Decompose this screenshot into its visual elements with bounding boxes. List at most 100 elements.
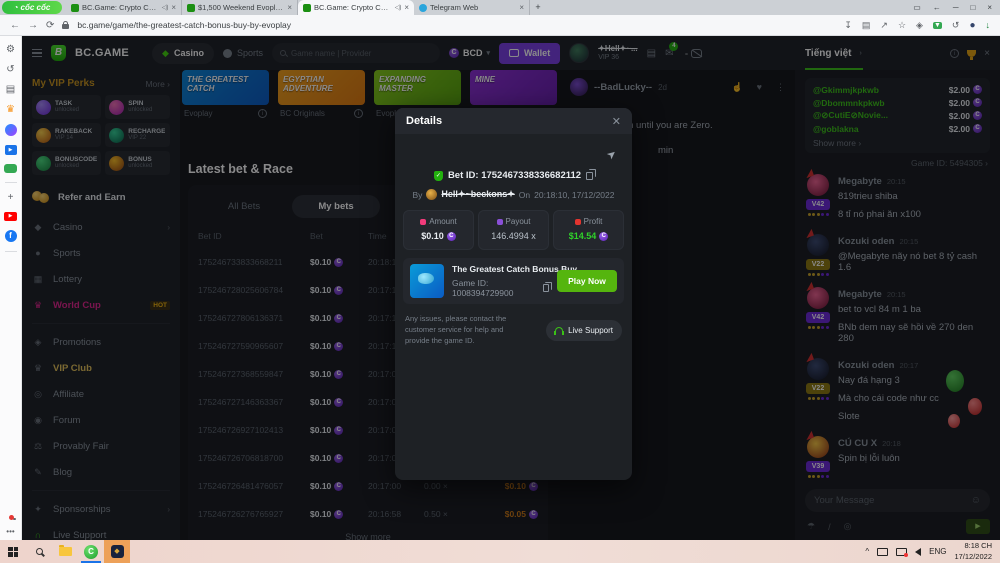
stat-payout: Payout146.4994 x [478,210,549,250]
messenger-icon[interactable] [5,124,17,136]
translate-icon[interactable]: ▤ [862,20,871,31]
bcd-coin-icon [599,232,608,241]
bookmark-star-icon[interactable]: ☆ [898,20,906,31]
copy-icon[interactable] [586,172,593,180]
support-row: Any issues, please contact the customer … [405,314,622,347]
bcd-coin-icon [447,232,456,241]
player-avatar [426,189,437,200]
close-tab-icon[interactable]: × [519,3,524,12]
save-page-icon[interactable]: ↧ [844,20,852,31]
forward-icon[interactable]: → [28,20,38,31]
bet-id-line: Bet ID: 1752467338336682112 [395,170,632,181]
game-thumbnail[interactable] [410,264,444,298]
screenrec-icon[interactable] [896,548,907,556]
bcgame-favicon [187,4,195,12]
share-icon[interactable]: ↗ [880,20,888,31]
crown-rewards-icon[interactable]: ♛ [6,104,15,115]
window-close-button[interactable]: × [987,3,992,12]
support-note: Any issues, please contact the customer … [405,314,529,347]
window-minimize-button[interactable]: ─ [953,3,959,12]
coccoc-sidebar: ⚙ ↺ ▤ ♛ ▶ + ▶ f ••• [0,36,22,540]
file-explorer-icon[interactable] [52,540,78,563]
taskbar-search-icon[interactable] [26,540,52,563]
game-title: The Greatest Catch Bonus Buy [452,264,549,274]
youtube-icon[interactable]: ▶ [4,212,17,221]
browser-tab-4[interactable]: Telegram Web× [414,0,530,15]
extension-icon[interactable]: ▼ [933,22,942,29]
game-card: The Greatest Catch Bonus Buy Game ID: 10… [403,258,624,304]
more-options-icon[interactable]: ••• [6,527,14,536]
reading-list-icon[interactable]: ▤ [6,84,15,95]
tab-search-icon[interactable]: ▭ [913,3,921,12]
close-tab-icon[interactable]: × [404,3,409,12]
games-gamepad-icon[interactable] [4,164,17,173]
back-icon[interactable]: ← [10,20,20,31]
settings-gear-icon[interactable]: ⚙ [6,44,15,55]
audio-icon: ◁) [395,4,402,11]
coccoc-logo-icon: ◔ [14,3,19,12]
stat-profit: Profit$14.54 [553,210,624,250]
keyboard-language[interactable]: ENG [929,547,946,556]
profile-avatar-icon[interactable]: ● [969,20,975,31]
payout-icon [497,219,503,225]
recording-dot [904,553,908,557]
start-button[interactable] [0,540,26,563]
live-support-button[interactable]: Live Support [546,320,622,341]
close-tab-icon[interactable]: × [287,3,292,12]
coccoc-taskbar-icon[interactable]: C [78,540,104,563]
amount-icon [420,219,426,225]
verified-shield-icon [434,171,443,181]
bet-datetime: 20:18:10, 17/12/2022 [534,190,614,200]
divider [5,251,17,252]
bcgame-page: B BC.GAME ◆Casino Sports BCD▾ Wallet ✦He… [22,36,1000,540]
taskbar-clock[interactable]: 8:18 CH 17/12/2022 [954,541,992,561]
display-icon[interactable] [877,548,888,556]
add-shortcut-icon[interactable]: + [8,192,14,203]
modal-close-button[interactable]: ✕ [612,115,621,128]
video-icon[interactable]: ▶ [5,145,17,155]
window-maximize-button[interactable]: □ [970,3,975,12]
browser-tab-3-active[interactable]: BC.Game: Crypto Casino◁)× [298,0,414,15]
stat-amount: Amount$0.10 [403,210,474,250]
browser-tab-1[interactable]: BC.Game: Crypto Casino◁)× [66,0,182,15]
player-name[interactable]: Hell✦~beckons✦ [441,189,514,200]
reload-icon[interactable]: ⟳ [46,20,54,31]
headset-icon [555,327,563,333]
audio-icon: ◁) [162,4,169,11]
divider [5,182,17,183]
bet-stats: Amount$0.10 Payout146.4994 x Profit$14.5… [403,210,624,250]
screen: ◔cốc cốc BC.Game: Crypto Casino◁)× $1,50… [0,0,1000,563]
modal-header: Details ✕ [395,108,632,134]
history-icon[interactable]: ↺ [6,64,14,75]
highlighted-app-icon[interactable]: ◆ [104,540,130,563]
close-tab-icon[interactable]: × [171,3,176,12]
modal-title: Details [406,115,442,127]
bcgame-favicon [71,4,79,12]
browser-addressbar: ← → ⟳ bc.game/game/the-greatest-catch-bo… [0,15,1000,36]
bcgame-favicon [303,4,311,12]
hidden-icons-chevron[interactable]: ^ [865,547,869,556]
game-id: Game ID: 1008394729900 [452,278,539,298]
browser-tab-2[interactable]: $1,500 Weekend Evoplay Mu× [182,0,298,15]
adblock-shield-icon[interactable]: ◈ [916,20,923,31]
bet-details-modal: Details ✕ ➤ Bet ID: 1752467338336682112 … [395,108,632,480]
url-text[interactable]: bc.game/game/the-greatest-catch-bonus-bu… [77,20,836,30]
play-now-button[interactable]: Play Now [557,270,617,292]
windows-taskbar: C ◆ ^ ENG 8:18 CH 17/12/2022 [0,540,1000,563]
browser-tabstrip: ◔cốc cốc BC.Game: Crypto Casino◁)× $1,50… [0,0,1000,15]
facebook-icon[interactable]: f [5,230,17,242]
bet-by-line: By Hell✦~beckons✦ On 20:18:10, 17/12/202… [395,189,632,200]
sync-icon[interactable]: ↺ [952,20,960,31]
copy-icon[interactable] [543,284,549,292]
coccoc-menu-button[interactable]: ◔cốc cốc [2,1,62,14]
padlock-icon[interactable] [62,24,69,29]
share-arrow-icon[interactable]: ➤ [604,147,619,163]
system-tray: ^ ENG 8:18 CH 17/12/2022 [865,540,1000,563]
profit-icon [575,219,581,225]
tab-restore-icon[interactable]: ← [933,3,941,12]
notification-dot [9,515,14,520]
download-icon[interactable]: ↓ [986,20,991,30]
telegram-favicon [419,4,427,12]
new-tab-button[interactable]: + [530,0,546,15]
volume-icon[interactable] [915,548,921,556]
